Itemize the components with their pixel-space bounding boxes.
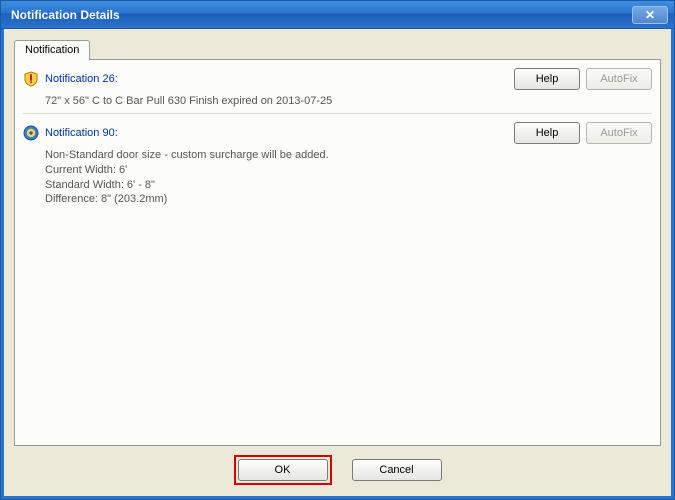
notification-title: Notification 26: <box>45 73 508 85</box>
notification-body: 72" x 56" C to C Bar Pull 630 Finish exp… <box>23 92 652 114</box>
tab-panel: Notification 26: Help AutoFix 72" x 56" … <box>14 59 661 446</box>
window-title: Notification Details <box>11 8 632 22</box>
close-icon: ✕ <box>645 9 655 21</box>
client-area: Notification Notification 26: Help <box>1 29 674 499</box>
info-circle-icon <box>23 125 39 141</box>
notification-body: Non-Standard door size - custom surcharg… <box>23 146 652 211</box>
dialog-window: Notification Details ✕ Notification <box>0 0 675 500</box>
titlebar[interactable]: Notification Details ✕ <box>1 1 674 29</box>
autofix-button: AutoFix <box>586 122 652 144</box>
notification-title: Notification 90: <box>45 127 508 139</box>
ok-highlight: OK <box>234 455 332 485</box>
cancel-button[interactable]: Cancel <box>352 459 442 481</box>
tab-notification[interactable]: Notification <box>14 40 90 60</box>
notification-item: Notification 26: Help AutoFix 72" x 56" … <box>23 66 652 114</box>
notification-header: Notification 26: Help AutoFix <box>23 66 652 92</box>
ok-button[interactable]: OK <box>238 459 328 481</box>
help-button[interactable]: Help <box>514 122 580 144</box>
tab-label: Notification <box>25 44 79 56</box>
shield-warning-icon <box>23 71 39 87</box>
autofix-button: AutoFix <box>586 68 652 90</box>
close-button[interactable]: ✕ <box>632 6 668 24</box>
tabstrip: Notification <box>14 37 661 59</box>
notification-header: Notification 90: Help AutoFix <box>23 120 652 146</box>
help-button[interactable]: Help <box>514 68 580 90</box>
dialog-footer: OK Cancel <box>14 446 661 486</box>
notification-buttons: Help AutoFix <box>514 122 652 144</box>
notification-item: Notification 90: Help AutoFix Non-Standa… <box>23 120 652 211</box>
notification-buttons: Help AutoFix <box>514 68 652 90</box>
